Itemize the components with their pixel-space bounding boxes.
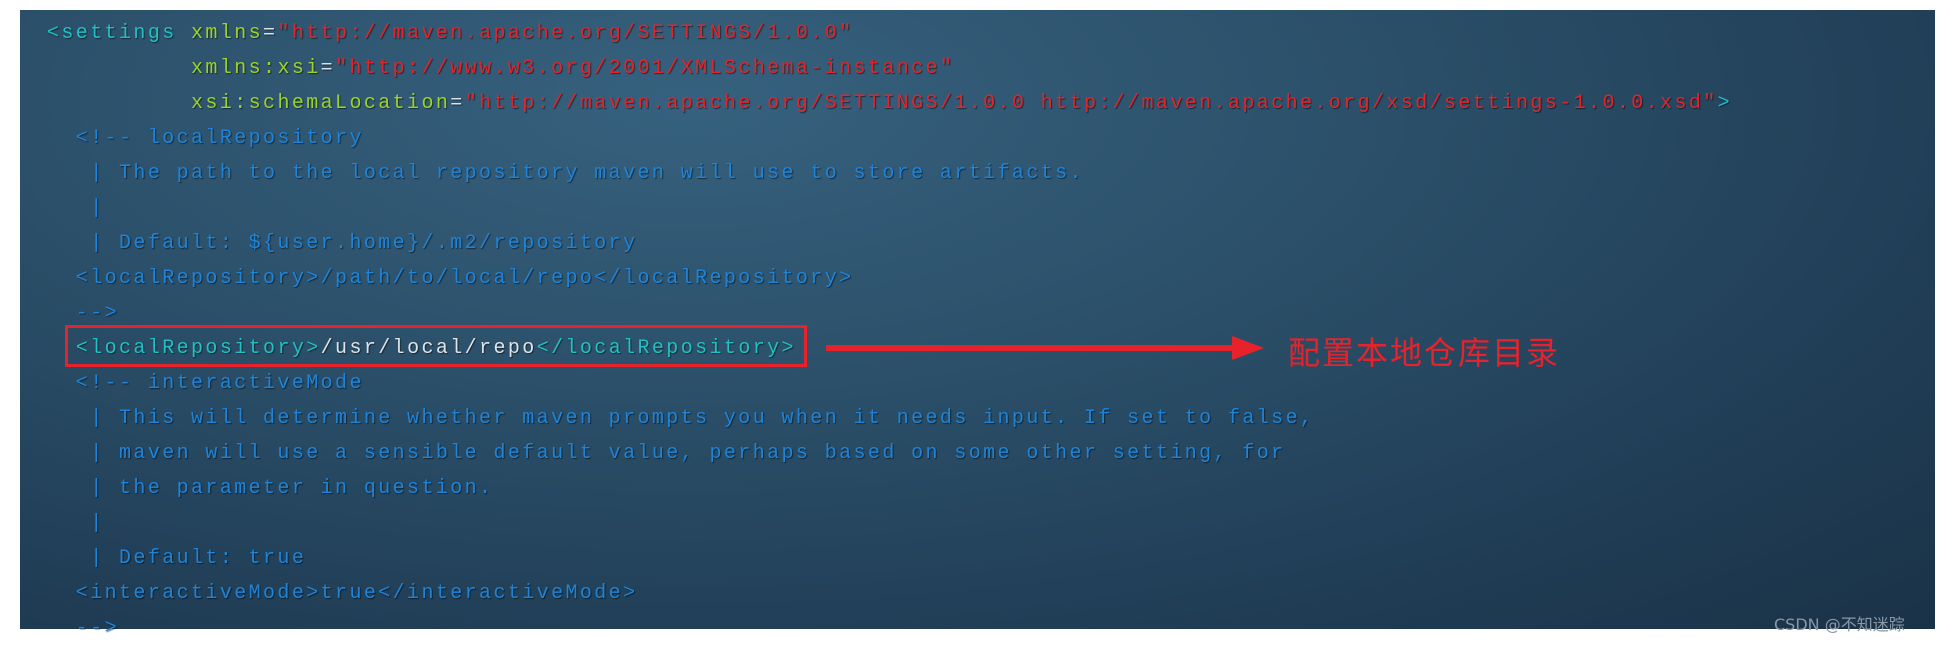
code-line: <settings xmlns="http://maven.apache.org… xyxy=(47,16,1732,51)
code-token-cmt: | xyxy=(47,197,105,220)
code-token-txt: = xyxy=(263,22,278,45)
code-token-attr: xmlns xyxy=(191,22,264,45)
code-token-cmt: <!-- interactiveMode xyxy=(47,372,364,395)
code-token-cmt: <!-- localRepository xyxy=(47,127,364,150)
code-token-cmt: | the parameter in question. xyxy=(47,477,494,500)
code-token-cmt: | The path to the local repository maven… xyxy=(47,162,1084,185)
code-screenshot-panel: <settings xmlns="http://maven.apache.org… xyxy=(20,10,1935,640)
code-token-cmt: | maven will use a sensible default valu… xyxy=(47,442,1286,465)
code-token-cmt: | xyxy=(47,512,105,535)
code-line: <!-- localRepository xyxy=(47,121,1732,156)
code-token-cmt: --> xyxy=(47,302,120,325)
code-token-cmt: <interactiveMode>true</interactiveMode> xyxy=(47,582,638,605)
code-line: | maven will use a sensible default valu… xyxy=(47,436,1732,471)
code-token-str: "http://maven.apache.org/SETTINGS/1.0.0 … xyxy=(464,92,1718,115)
code-line: | the parameter in question. xyxy=(47,471,1732,506)
code-token-tag: > xyxy=(1717,92,1733,115)
code-line: <interactiveMode>true</interactiveMode> xyxy=(47,576,1732,611)
code-line: | Default: ${user.home}/.m2/repository xyxy=(47,226,1732,261)
code-token-txt: = xyxy=(320,57,336,80)
code-token-attr: xmlns:xsi xyxy=(191,57,321,80)
code-token-cmt: | Default: true xyxy=(47,547,307,570)
code-token-cmt: | Default: ${user.home}/.m2/repository xyxy=(47,232,638,255)
arrow-head-icon xyxy=(1232,336,1264,360)
code-line: | The path to the local repository maven… xyxy=(47,156,1732,191)
code-line: xmlns:xsi="http://www.w3.org/2001/XMLSch… xyxy=(47,51,1732,86)
code-token-cmt: --> xyxy=(47,617,120,640)
code-token-cmt: <localRepository>/path/to/local/repo</lo… xyxy=(47,267,854,290)
code-line: <localRepository>/path/to/local/repo</lo… xyxy=(47,261,1732,296)
code-line: --> xyxy=(47,611,1732,646)
code-token-str: "http://www.w3.org/2001/XMLSchema-instan… xyxy=(335,57,955,80)
code-line: | xyxy=(47,191,1732,226)
code-line: | This will determine whether maven prom… xyxy=(47,401,1732,436)
code-line: xsi:schemaLocation="http://maven.apache.… xyxy=(47,86,1732,121)
code-line: | xyxy=(47,506,1732,541)
highlight-box xyxy=(65,325,807,367)
code-token-attr: xsi:schemaLocation xyxy=(191,92,451,115)
code-token-txt: = xyxy=(450,92,465,115)
watermark: CSDN @不知迷踪 xyxy=(1774,615,1905,634)
code-token-str: "http://maven.apache.org/SETTINGS/1.0.0" xyxy=(277,22,854,45)
code-token-cmt: | This will determine whether maven prom… xyxy=(47,407,1315,430)
code-token-tag: <settings xyxy=(47,22,192,45)
annotation-label: 配置本地仓库目录 xyxy=(1288,334,1561,372)
arrow-right-icon xyxy=(826,345,1236,351)
code-line: | Default: true xyxy=(47,541,1732,576)
